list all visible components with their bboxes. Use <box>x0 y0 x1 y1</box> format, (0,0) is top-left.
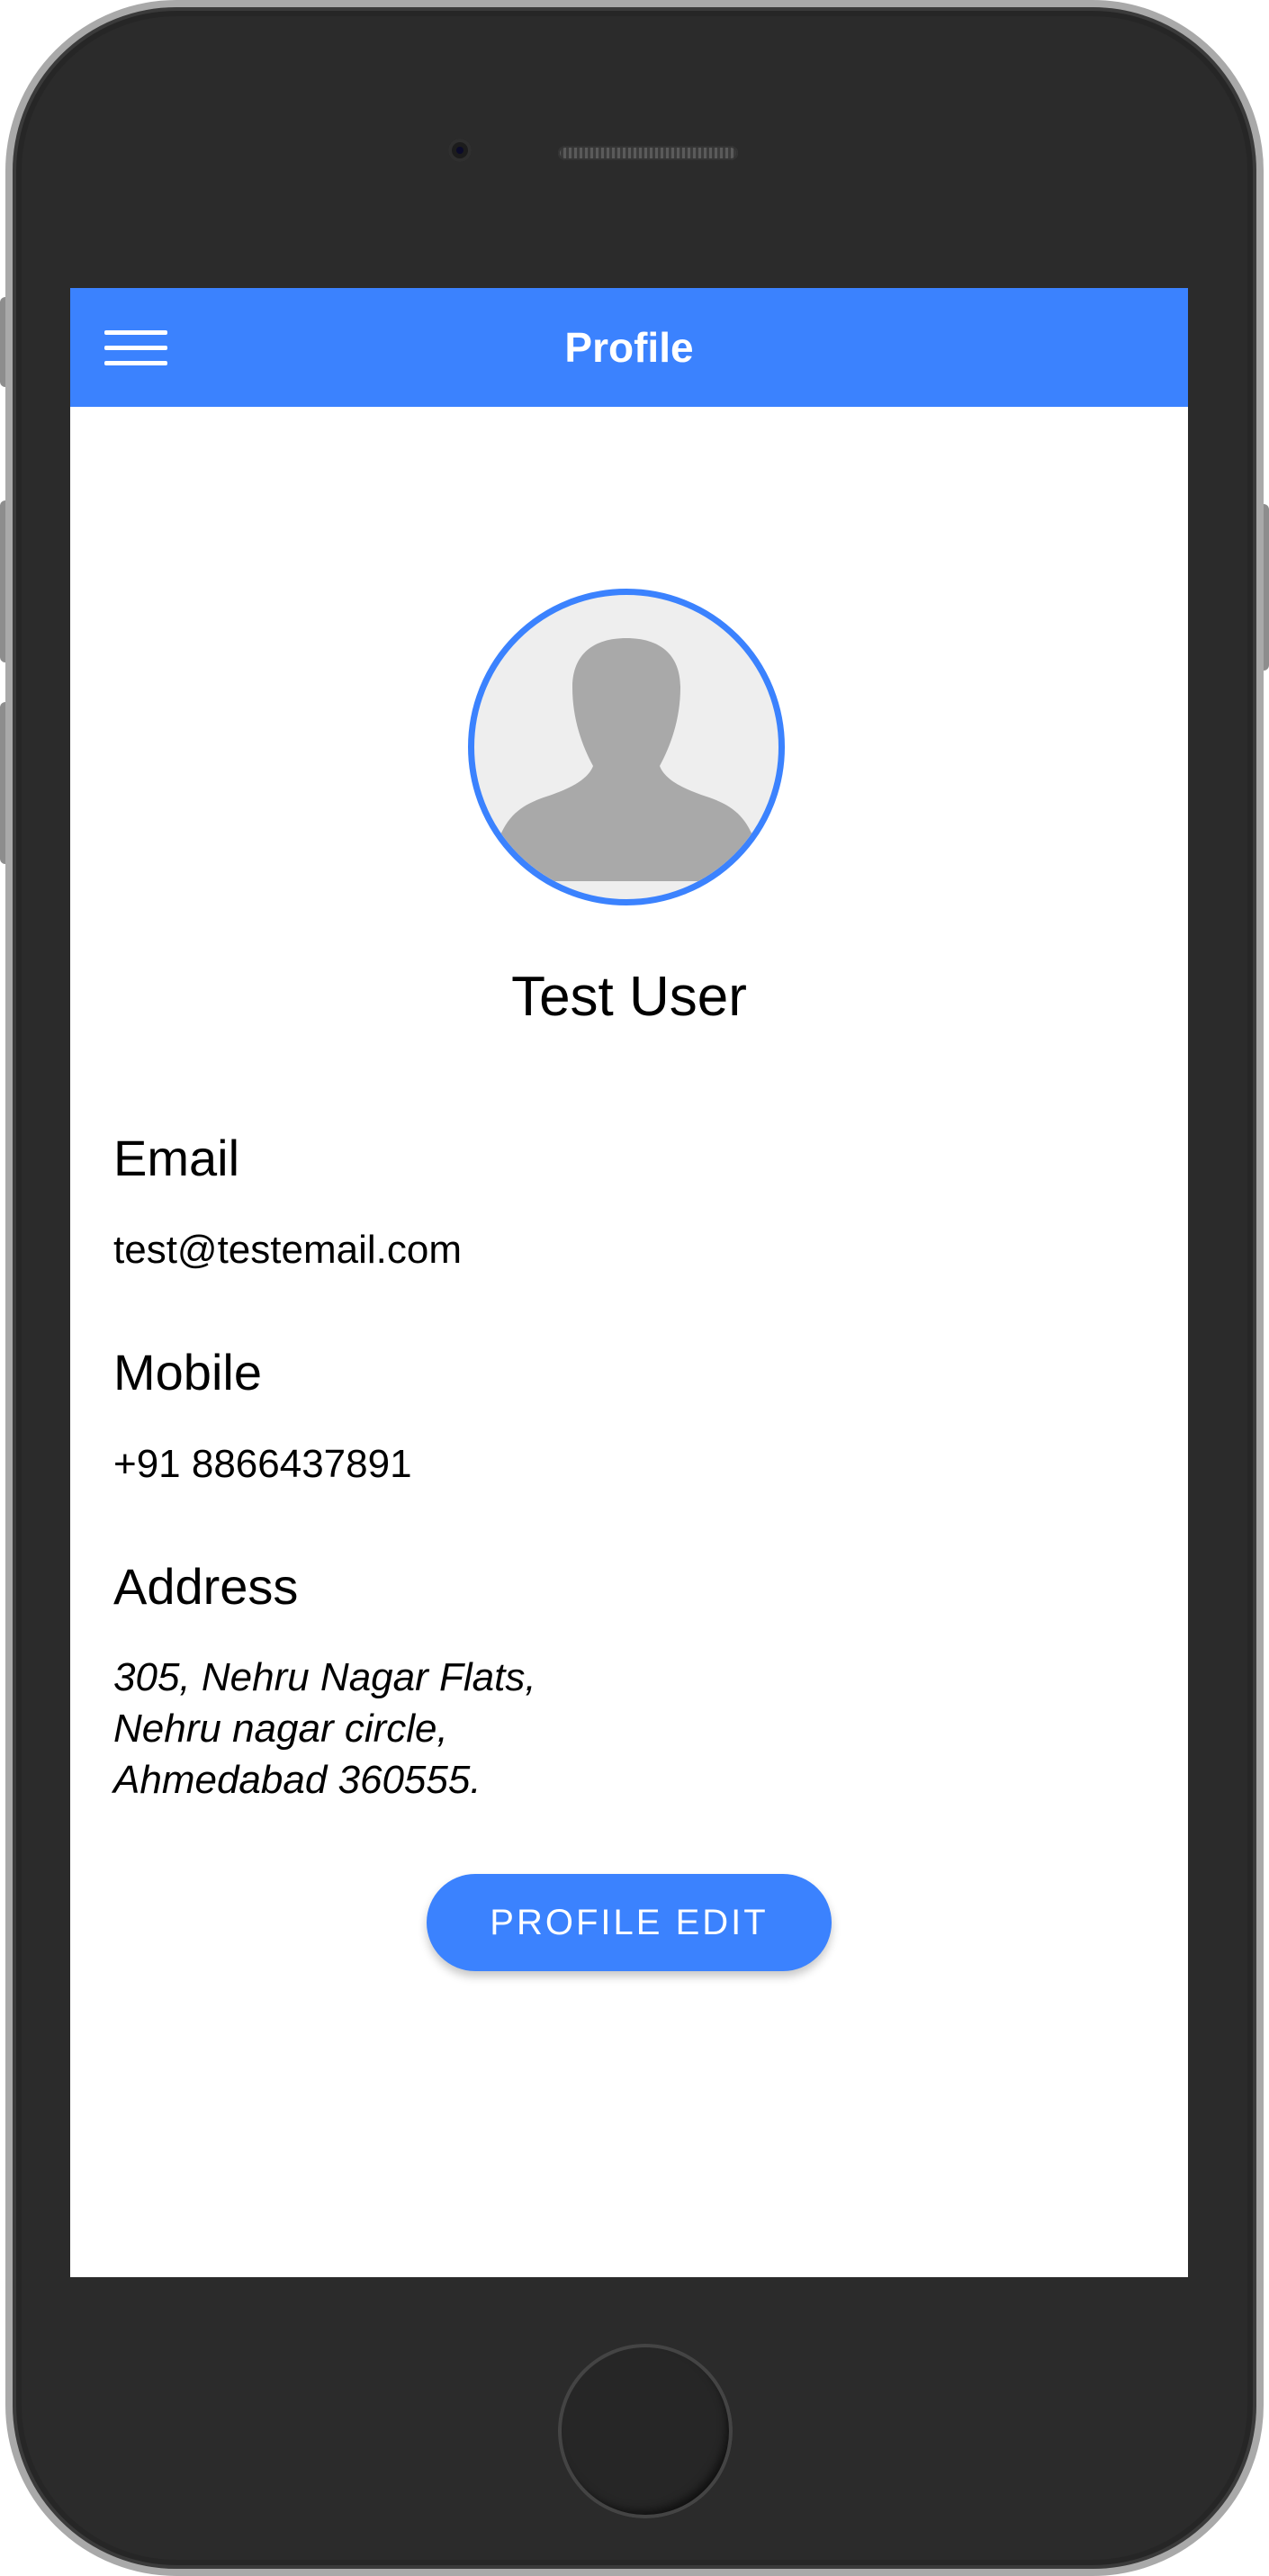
earpiece-speaker <box>558 146 738 160</box>
front-camera <box>448 139 472 162</box>
address-line-3: Ahmedabad 360555. <box>113 1758 482 1802</box>
page-title: Profile <box>564 324 694 371</box>
mobile-label: Mobile <box>113 1344 262 1401</box>
home-button[interactable] <box>558 2344 733 2518</box>
email-value: test@testemail.com <box>113 1228 462 1272</box>
user-name: Test User <box>511 966 747 1028</box>
mobile-value: +91 8866437891 <box>113 1442 412 1486</box>
phone-screen: Profile Test User Email test@testemail.c… <box>70 288 1188 2277</box>
person-silhouette-icon <box>497 638 756 881</box>
address-label: Address <box>113 1558 299 1615</box>
app-bar: Profile <box>70 288 1188 407</box>
avatar <box>468 589 785 905</box>
email-label: Email <box>113 1130 240 1186</box>
address-line-2: Nehru nagar circle, <box>113 1707 448 1751</box>
address-line-1: 305, Nehru Nagar Flats, <box>113 1655 536 1699</box>
profile-edit-button[interactable]: PROFILE EDIT <box>427 1874 832 1971</box>
